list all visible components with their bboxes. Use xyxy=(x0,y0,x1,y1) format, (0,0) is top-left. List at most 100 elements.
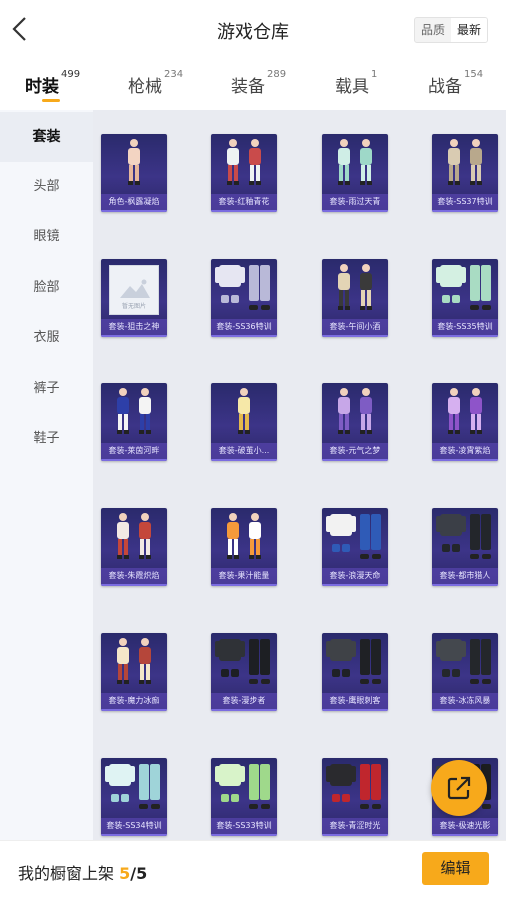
item-card[interactable]: 套装-SS34特训 xyxy=(101,758,167,836)
item-name: 套装-狙击之神 xyxy=(101,319,167,335)
sidebar-item-shoes[interactable]: 鞋子 xyxy=(0,414,93,464)
item-name: 角色-枫露凝焰 xyxy=(101,194,167,210)
sidebar-item-face[interactable]: 脸部 xyxy=(0,263,93,313)
item-name: 套装-SS33特训 xyxy=(211,818,277,834)
item-thumbnail xyxy=(101,383,167,441)
item-name: 套装-午间小酒 xyxy=(322,319,388,335)
item-name: 套装-凌霄紫焰 xyxy=(432,443,498,459)
item-thumbnail xyxy=(322,259,388,317)
item-card[interactable]: 套装-莱茵河畔 xyxy=(101,383,167,461)
item-name: 套装-红釉青花 xyxy=(211,194,277,210)
item-thumbnail: 暂无图片 xyxy=(101,259,167,317)
sidebar-item-pants[interactable]: 裤子 xyxy=(0,364,93,414)
item-rarity-bar xyxy=(211,335,277,337)
sidebar-item-glasses[interactable]: 眼镜 xyxy=(0,212,93,262)
tab-label: 装备 xyxy=(231,77,265,97)
item-card[interactable]: 套装-浪漫天命 xyxy=(322,508,388,586)
item-name: 套装-果汁能量 xyxy=(211,568,277,584)
item-rarity-bar xyxy=(432,584,498,586)
item-rarity-bar xyxy=(322,834,388,836)
item-rarity-bar xyxy=(432,709,498,711)
tab-vehicles[interactable]: 载具1 xyxy=(335,69,378,108)
item-thumbnail xyxy=(101,633,167,691)
share-button[interactable] xyxy=(431,760,487,816)
item-thumbnail xyxy=(211,259,277,317)
item-name: 套装-浪漫天命 xyxy=(322,568,388,584)
tab-equipment[interactable]: 装备289 xyxy=(231,69,286,108)
sort-by-newest[interactable]: 最新 xyxy=(451,18,487,42)
item-thumbnail xyxy=(211,758,277,816)
item-rarity-bar xyxy=(101,709,167,711)
item-card[interactable]: 套装-午间小酒 xyxy=(322,259,388,337)
item-card[interactable]: 套装-鹰眼刺客 xyxy=(322,633,388,711)
tab-count: 499 xyxy=(61,69,81,80)
item-card[interactable]: 角色-枫露凝焰 xyxy=(101,134,167,212)
tab-count: 1 xyxy=(371,69,378,80)
tab-count: 234 xyxy=(164,69,184,80)
item-thumbnail xyxy=(322,383,388,441)
item-rarity-bar xyxy=(322,335,388,337)
item-card[interactable]: 套装-元气之梦 xyxy=(322,383,388,461)
item-card[interactable]: 套装-果汁能量 xyxy=(211,508,277,586)
edit-button[interactable]: 编辑 xyxy=(422,852,489,885)
item-thumbnail xyxy=(101,134,167,192)
item-card[interactable]: 暂无图片套装-狙击之神 xyxy=(101,259,167,337)
item-thumbnail xyxy=(322,134,388,192)
item-rarity-bar xyxy=(211,210,277,212)
item-card[interactable]: 套装-破茧小... xyxy=(211,383,277,461)
item-name: 套装-SS37特训 xyxy=(432,194,498,210)
item-thumbnail xyxy=(432,259,498,317)
item-name: 套装-SS34特训 xyxy=(101,818,167,834)
item-name: 套装-青涩时光 xyxy=(322,818,388,834)
item-card[interactable]: 套装-冰冻风暴 xyxy=(432,633,498,711)
item-thumbnail xyxy=(101,508,167,566)
item-rarity-bar xyxy=(101,335,167,337)
tab-firearms[interactable]: 枪械234 xyxy=(128,69,184,108)
tab-label: 载具 xyxy=(335,77,369,97)
sidebar-item-outfit[interactable]: 套装 xyxy=(0,112,93,162)
item-name: 套装-元气之梦 xyxy=(322,443,388,459)
item-name: 套装-破茧小... xyxy=(211,443,277,459)
sidebar-item-head[interactable]: 头部 xyxy=(0,162,93,212)
item-card[interactable]: 套装-红釉青花 xyxy=(211,134,277,212)
item-card[interactable]: 套装-漫步者 xyxy=(211,633,277,711)
item-card[interactable]: 套装-SS36特训 xyxy=(211,259,277,337)
active-tab-indicator xyxy=(42,99,60,102)
item-thumbnail xyxy=(101,758,167,816)
sort-by-quality[interactable]: 品质 xyxy=(415,18,451,42)
item-card[interactable]: 套装-青涩时光 xyxy=(322,758,388,836)
item-rarity-bar xyxy=(101,834,167,836)
item-card[interactable]: 套装-SS35特训 xyxy=(432,259,498,337)
item-card[interactable]: 套装-魔力冰痂 xyxy=(101,633,167,711)
item-card[interactable]: 套装-SS33特训 xyxy=(211,758,277,836)
item-thumbnail xyxy=(322,633,388,691)
item-thumbnail xyxy=(322,508,388,566)
showcase-total: 5 xyxy=(136,864,148,883)
item-thumbnail xyxy=(211,633,277,691)
sort-toggle[interactable]: 品质 最新 xyxy=(414,17,488,43)
item-rarity-bar xyxy=(322,584,388,586)
tab-label: 时装 xyxy=(25,77,59,97)
tab-count: 154 xyxy=(464,69,484,80)
item-thumbnail xyxy=(322,758,388,816)
item-name: 套装-魔力冰痂 xyxy=(101,693,167,709)
item-card[interactable]: 套装-朱霞炽焰 xyxy=(101,508,167,586)
item-rarity-bar xyxy=(322,210,388,212)
sidebar-item-clothes[interactable]: 衣服 xyxy=(0,313,93,363)
image-placeholder-icon xyxy=(120,279,150,298)
item-card[interactable]: 套装-凌霄紫焰 xyxy=(432,383,498,461)
item-card[interactable]: 套装-都市猎人 xyxy=(432,508,498,586)
item-rarity-bar xyxy=(101,584,167,586)
item-rarity-bar xyxy=(432,335,498,337)
item-grid: 角色-枫露凝焰 套装-红釉青花 套装-雨过天青 套装-SS37特训暂无图片套装-狙击之… xyxy=(93,110,506,840)
tab-combat-gear[interactable]: 战备154 xyxy=(428,69,484,108)
top-bar: 游戏仓库 品质 最新 xyxy=(0,0,506,60)
item-name: 套装-极速光影 xyxy=(432,818,498,834)
item-thumbnail xyxy=(432,508,498,566)
item-card[interactable]: 套装-雨过天青 xyxy=(322,134,388,212)
tab-fashion[interactable]: 时装499 xyxy=(25,69,81,108)
item-card[interactable]: 套装-SS37特训 xyxy=(432,134,498,212)
showcase-current: 5 xyxy=(119,864,131,883)
item-name: 套装-SS36特训 xyxy=(211,319,277,335)
item-name: 套装-都市猎人 xyxy=(432,568,498,584)
